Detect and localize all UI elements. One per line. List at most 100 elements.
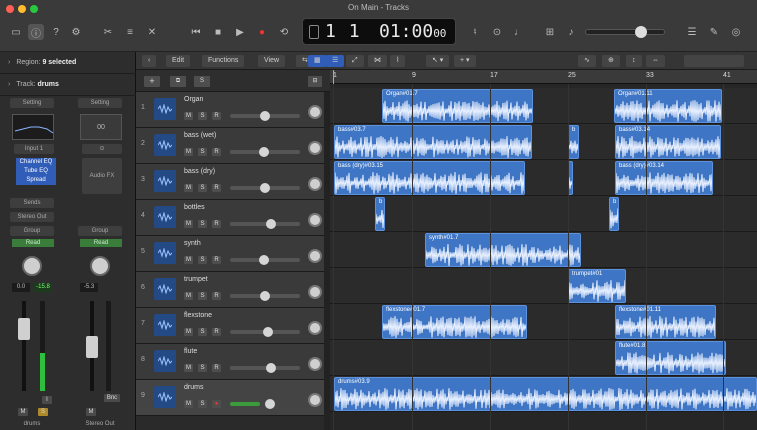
mute-button[interactable]: M xyxy=(86,408,96,416)
track-header-flute[interactable]: 8 flute M S R xyxy=(136,344,330,380)
track-header-bass-wet-[interactable]: 2 bass (wet) M S R xyxy=(136,128,330,164)
track-volume-slider[interactable] xyxy=(230,222,300,226)
track-solo-button[interactable]: S xyxy=(198,148,207,156)
settings-icon[interactable]: ⚙ xyxy=(68,24,84,40)
bpm-icon[interactable]: ♪ xyxy=(563,24,579,40)
audio-fx-slot[interactable]: Audio FX xyxy=(82,158,122,194)
metronome-button[interactable]: ♩ xyxy=(511,24,527,40)
track-header-bottles[interactable]: 4 bottles M S R xyxy=(136,200,330,236)
track-record-button[interactable]: R xyxy=(212,220,221,228)
track-name[interactable]: drums xyxy=(184,384,203,391)
track-volume-thumb[interactable] xyxy=(260,183,270,193)
track-pan-knob[interactable] xyxy=(308,249,322,263)
volume-fader[interactable] xyxy=(18,318,30,340)
grid-view-icon[interactable]: ▦ xyxy=(308,55,327,67)
horizontal-zoom-icon[interactable]: ⇔ xyxy=(646,55,665,67)
track-name[interactable]: bottles xyxy=(184,204,205,211)
audio-region[interactable]: flexstone#01.11 xyxy=(615,305,716,339)
stop-button[interactable]: ■ xyxy=(210,24,226,40)
track-solo-button[interactable]: S xyxy=(198,364,207,372)
audio-region[interactable]: b xyxy=(568,125,579,159)
mute-button[interactable]: M xyxy=(18,408,28,416)
pointer-tool[interactable]: ↖ ▾ xyxy=(426,55,450,67)
solo-button[interactable]: S xyxy=(38,408,48,416)
track-name[interactable]: synth xyxy=(184,240,201,247)
track-header-flexstone[interactable]: 7 flexstone M S R xyxy=(136,308,330,344)
input-button[interactable]: Input 1 xyxy=(14,144,54,154)
bounce-button[interactable]: Bnc xyxy=(104,394,120,402)
track-mute-button[interactable]: M xyxy=(184,220,193,228)
help-icon[interactable]: ? xyxy=(48,24,64,40)
track-volume-thumb[interactable] xyxy=(259,255,269,265)
volume-fader-track[interactable] xyxy=(22,301,26,391)
track-lane[interactable] xyxy=(330,196,757,232)
view-menu[interactable]: View xyxy=(258,55,286,67)
audio-region[interactable]: drums#03.9 xyxy=(334,377,757,411)
input-monitor-button[interactable]: I xyxy=(42,396,52,404)
snap-icon[interactable]: ⌇ xyxy=(390,55,406,67)
track-mute-button[interactable]: M xyxy=(184,364,193,372)
audio-region[interactable]: flute#01.8 xyxy=(615,341,726,375)
lcd-display[interactable]: 1 1 01:0000 xyxy=(302,18,456,45)
track-volume-thumb[interactable] xyxy=(263,327,273,337)
setting-button[interactable]: Setting xyxy=(78,98,122,108)
automation-read-button[interactable]: Read xyxy=(12,239,54,247)
track-pan-knob[interactable] xyxy=(308,177,322,191)
track-header-organ[interactable]: 1 Organ M S R xyxy=(136,92,330,128)
audio-region[interactable]: b xyxy=(609,197,619,231)
audio-region[interactable]: Organ#01.7 xyxy=(382,89,533,123)
rewind-button[interactable]: ⏮ xyxy=(188,24,204,40)
editor-icon[interactable]: ✕ xyxy=(144,24,160,40)
track-solo-button[interactable]: S xyxy=(198,184,207,192)
setting-button[interactable]: Setting xyxy=(10,98,54,108)
track-inspector-row[interactable]: › Track: drums xyxy=(0,74,136,96)
track-record-button[interactable]: R xyxy=(212,112,221,120)
track-header-trumpet[interactable]: 6 trumpet M S R xyxy=(136,272,330,308)
master-volume-thumb[interactable] xyxy=(635,26,647,38)
count-in-icon[interactable]: ⊙ xyxy=(489,24,505,40)
track-header-drums[interactable]: 9 drums M S ● xyxy=(136,380,330,416)
mixer-icon[interactable]: ≡ xyxy=(122,24,138,40)
flex-icon[interactable]: ⋈ xyxy=(368,55,387,67)
track-name[interactable]: Organ xyxy=(184,96,203,103)
track-pan-knob[interactable] xyxy=(308,105,322,119)
audio-region[interactable]: Organ#01.11 xyxy=(614,89,722,123)
group-button[interactable]: Group xyxy=(10,226,54,236)
play-button[interactable]: ▶ xyxy=(232,24,248,40)
track-record-button[interactable]: R xyxy=(212,256,221,264)
automation-read-button[interactable]: Read xyxy=(80,239,122,247)
track-volume-thumb[interactable] xyxy=(266,363,276,373)
audio-region[interactable]: bass#03.14 xyxy=(615,125,721,159)
functions-menu[interactable]: Functions xyxy=(202,55,245,67)
waveform-zoom-icon[interactable]: ∿ xyxy=(578,55,596,67)
audio-region[interactable]: bass (dry)#03.14 xyxy=(615,161,713,195)
audio-region[interactable]: synth#01.7 xyxy=(425,233,581,267)
track-mute-button[interactable]: M xyxy=(184,148,193,156)
track-record-button[interactable]: R xyxy=(212,184,221,192)
bar-ruler[interactable]: 1 9 17 25 33 41 xyxy=(330,70,757,84)
vertical-zoom-icon[interactable]: ↕ xyxy=(626,55,642,67)
audio-region[interactable]: flexstone#01.7 xyxy=(382,305,527,339)
track-pan-knob[interactable] xyxy=(308,321,322,335)
track-volume-thumb[interactable] xyxy=(266,219,276,229)
track-pan-knob[interactable] xyxy=(308,393,322,407)
track-solo-button[interactable]: S xyxy=(198,292,207,300)
track-pan-knob[interactable] xyxy=(308,357,322,371)
inspector-icon[interactable]: ⓘ xyxy=(28,24,44,40)
track-mute-button[interactable]: M xyxy=(184,256,193,264)
track-record-button[interactable]: R xyxy=(212,328,221,336)
pan-knob[interactable] xyxy=(22,256,42,276)
list-view-icon[interactable]: ☰ xyxy=(326,55,345,67)
sends-button[interactable]: Sends xyxy=(10,198,54,208)
audio-region[interactable]: bass (dry)#03.15 xyxy=(334,161,525,195)
track-solo-button[interactable]: S xyxy=(198,400,207,408)
automation-icon[interactable]: ⊕ xyxy=(602,55,620,67)
track-mute-button[interactable]: M xyxy=(184,112,193,120)
track-header-synth[interactable]: 5 synth M S R xyxy=(136,236,330,272)
track-record-button[interactable]: R xyxy=(212,292,221,300)
input-button[interactable]: ⊙ xyxy=(82,144,122,154)
track-record-button[interactable]: R xyxy=(212,364,221,372)
region-inspector-row[interactable]: › Region: 9 selected xyxy=(0,52,136,74)
track-mute-button[interactable]: M xyxy=(184,328,193,336)
add-track-icon[interactable]: ‹ xyxy=(142,55,157,67)
